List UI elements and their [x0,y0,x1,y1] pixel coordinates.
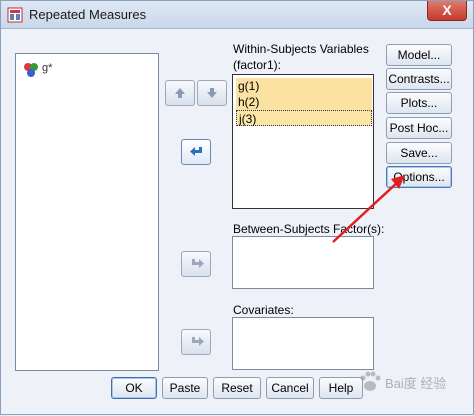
paw-logo-icon [360,371,381,391]
window-title: Repeated Measures [29,7,147,22]
title-bar: Repeated Measures X [1,1,473,29]
move-to-within-button[interactable] [181,139,211,165]
reset-button[interactable]: Reset [213,377,261,399]
ok-button[interactable]: OK [111,377,157,399]
list-item[interactable]: j(3) [236,110,372,126]
arrow-right-icon [192,259,204,268]
move-to-covariates-button[interactable] [181,329,211,355]
watermark-text: Bai度 经验 [385,376,447,391]
plots-button[interactable]: Plots... [386,92,452,114]
move-up-button[interactable] [165,80,195,106]
move-down-button[interactable] [197,80,227,106]
contrasts-button[interactable]: Contrasts... [386,68,452,90]
list-item[interactable]: h(2) [236,94,372,110]
move-to-between-button[interactable] [181,251,211,277]
within-subjects-list[interactable]: g(1) h(2) j(3) [232,74,374,209]
covariates-label: Covariates: [233,303,294,317]
options-button[interactable]: Options... [386,166,452,188]
save-button[interactable]: Save... [386,142,452,164]
spss-app-icon [7,7,23,23]
arrow-down-icon [207,88,217,98]
between-subjects-label: Between-Subjects Factor(s): [233,222,385,236]
paste-button[interactable]: Paste [162,377,208,399]
list-item[interactable]: g(1) [236,78,372,94]
watermark: Bai度 经验 [357,365,469,405]
covariates-list[interactable] [232,317,374,370]
arrow-up-icon [175,88,185,98]
post-hoc-button[interactable]: Post Hoc... [386,117,452,139]
repeated-measures-dialog: Repeated Measures X g* Within-Subjects V… [0,0,474,415]
model-button[interactable]: Model... [386,44,452,66]
close-button[interactable]: X [427,1,467,21]
arrow-left-icon [190,147,202,156]
arrow-right-icon [192,337,204,346]
between-subjects-list[interactable] [232,236,374,289]
source-variable-list[interactable]: g* [15,53,159,371]
cancel-button[interactable]: Cancel [266,377,314,399]
variable-scale-icon [24,63,38,77]
variable-label: g* [42,62,53,74]
close-icon: X [442,2,452,18]
factor-label: (factor1): [233,58,282,72]
within-subjects-label: Within-Subjects Variables [233,42,369,56]
